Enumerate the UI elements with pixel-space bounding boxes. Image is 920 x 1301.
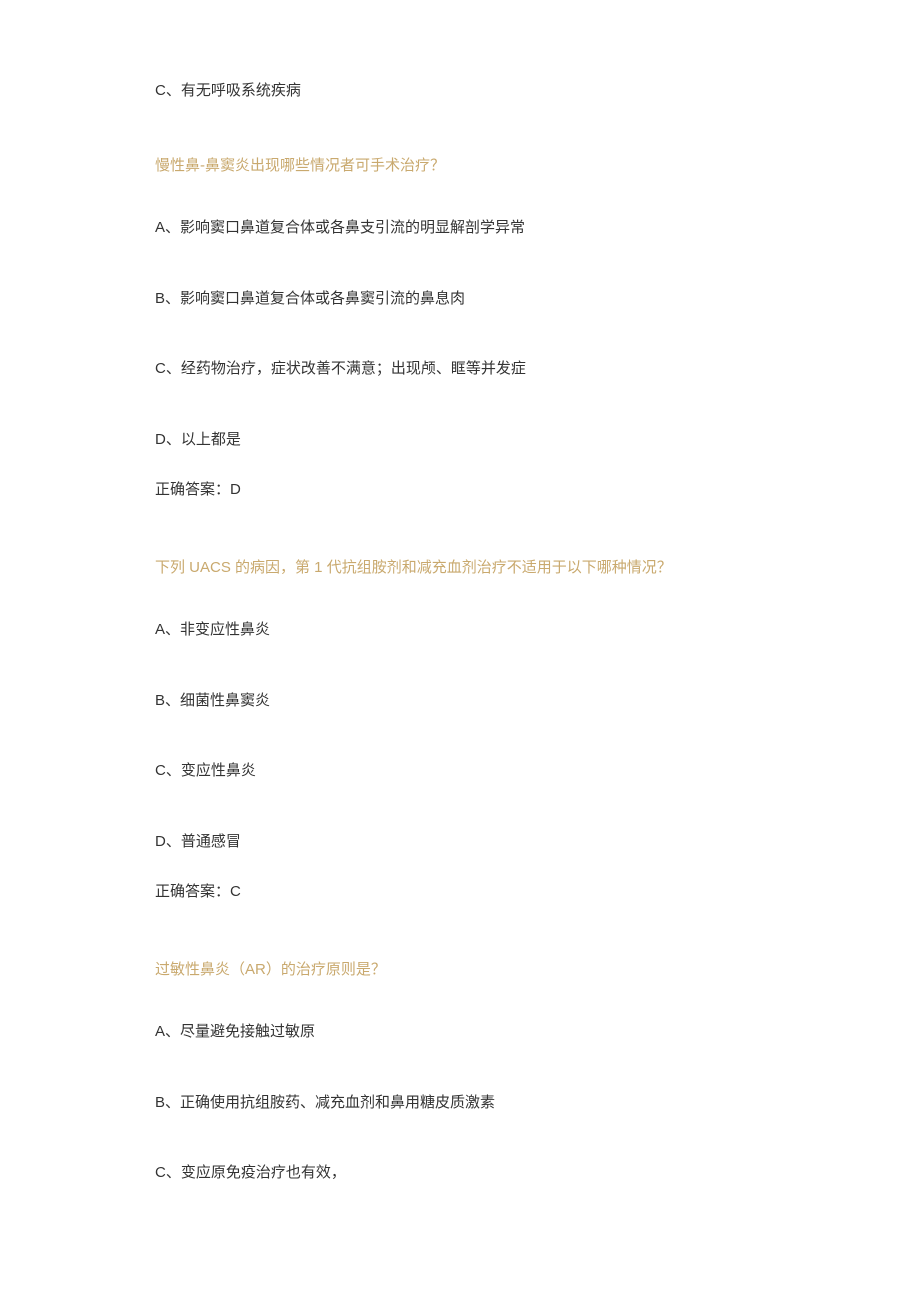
option-text: A、影响窦口鼻道复合体或各鼻支引流的明显解剖学异常 — [155, 217, 765, 240]
option-text: B、正确使用抗组胺药、减充血剂和鼻用糖皮质激素 — [155, 1092, 765, 1115]
option-text: B、细菌性鼻窦炎 — [155, 690, 765, 713]
option-text: C、经药物治疗，症状改善不满意；出现颅、眶等并发症 — [155, 358, 765, 381]
question-heading: 下列 UACS 的病因，第 1 代抗组胺剂和减充血剂治疗不适用于以下哪种情况？ — [155, 557, 765, 580]
option-text: B、影响窦口鼻道复合体或各鼻窦引流的鼻息肉 — [155, 288, 765, 311]
option-text: A、尽量避免接触过敏原 — [155, 1021, 765, 1044]
question-heading: 过敏性鼻炎（AR）的治疗原则是？ — [155, 959, 765, 982]
option-text: A、非变应性鼻炎 — [155, 619, 765, 642]
document-page: C、有无呼吸系统疾病 慢性鼻-鼻窦炎出现哪些情况者可手术治疗？ A、影响窦口鼻道… — [0, 0, 920, 1285]
option-text: C、有无呼吸系统疾病 — [155, 80, 765, 103]
option-text: D、以上都是 — [155, 429, 765, 452]
option-text: C、变应性鼻炎 — [155, 760, 765, 783]
option-text: D、普通感冒 — [155, 831, 765, 854]
option-text: C、变应原免疫治疗也有效， — [155, 1162, 765, 1185]
question-heading: 慢性鼻-鼻窦炎出现哪些情况者可手术治疗？ — [155, 155, 765, 178]
answer-text: 正确答案：D — [155, 479, 765, 502]
answer-text: 正确答案：C — [155, 881, 765, 904]
